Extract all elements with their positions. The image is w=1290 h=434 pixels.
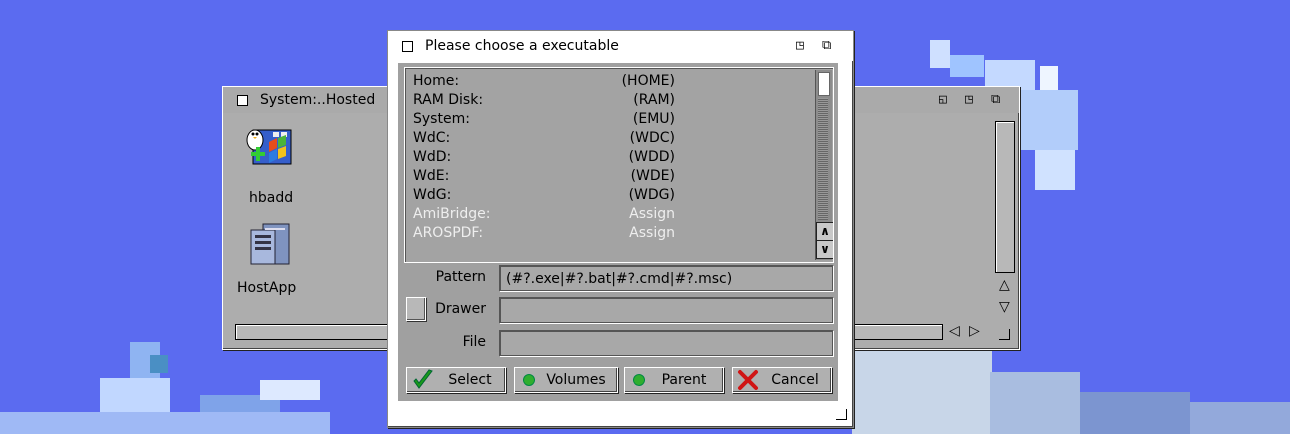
requester-title: Please choose a executable xyxy=(425,38,619,54)
file-label: File xyxy=(462,334,486,350)
pattern-label: Pattern xyxy=(435,269,486,285)
scroll-left-arrow-icon[interactable]: ◁ xyxy=(949,323,960,339)
cross-icon xyxy=(738,370,758,390)
zoom-gadget-icon[interactable]: ◱ xyxy=(939,92,947,107)
requester-depth-icon[interactable]: ⧉ xyxy=(822,38,831,53)
volumes-button[interactable]: Volumes xyxy=(514,367,618,393)
parent-button-label: Parent xyxy=(661,372,707,388)
parent-button[interactable]: Parent xyxy=(624,367,724,393)
drawer-window-title: System:..Hosted xyxy=(260,92,376,108)
scroll-knob[interactable] xyxy=(818,72,830,96)
app-installer-icon[interactable] xyxy=(243,124,293,170)
requester-resize-icon[interactable] xyxy=(836,409,847,420)
drawer-vertical-scrollbar[interactable] xyxy=(995,121,1015,273)
scroll-track[interactable] xyxy=(818,98,828,220)
drawer-resize-icon[interactable] xyxy=(999,329,1010,340)
volume-list-scrollbar[interactable]: ∧ ∨ xyxy=(815,70,833,260)
requester-titlebar[interactable]: Please choose a executable ◳ ⧉ xyxy=(388,31,853,61)
cancel-button[interactable]: Cancel xyxy=(732,367,832,393)
checkmark-icon xyxy=(413,369,433,389)
list-scroll-down-icon[interactable]: ∨ xyxy=(816,240,833,259)
requester-body: Home: (HOME) RAM Disk: (RAM) System: (EMU) … xyxy=(398,63,838,401)
select-button[interactable]: Select xyxy=(406,367,506,393)
scroll-up-arrow-icon[interactable]: △ xyxy=(999,277,1010,293)
cancel-button-label: Cancel xyxy=(771,372,819,388)
requester-iconify-icon[interactable]: ◳ xyxy=(796,38,804,53)
list-item[interactable]: System: (EMU) xyxy=(413,110,813,129)
green-dot-icon xyxy=(523,374,535,386)
list-item[interactable]: WdC: (WDC) xyxy=(413,129,813,148)
drawer-field[interactable] xyxy=(499,297,833,323)
volume-list[interactable]: Home: (HOME) RAM Disk: (RAM) System: (EMU) … xyxy=(404,67,834,263)
file-field[interactable] xyxy=(499,330,833,356)
select-button-label: Select xyxy=(448,372,492,388)
list-item[interactable]: AmiBridge: Assign xyxy=(413,205,813,224)
pattern-field[interactable]: (#?.exe|#?.bat|#?.cmd|#?.msc) xyxy=(499,265,833,291)
volumes-button-label: Volumes xyxy=(546,372,606,388)
list-item[interactable]: RAM Disk: (RAM) xyxy=(413,91,813,110)
list-item[interactable]: Home: (HOME) xyxy=(413,72,813,91)
scroll-right-arrow-icon[interactable]: ▷ xyxy=(969,323,980,339)
list-item[interactable]: WdD: (WDD) xyxy=(413,148,813,167)
file-requester-window[interactable]: Please choose a executable ◳ ⧉ Home: (HOM… xyxy=(387,30,854,428)
list-item[interactable]: WdE: (WDE) xyxy=(413,167,813,186)
iconify-gadget-icon[interactable]: ◳ xyxy=(965,92,973,107)
depth-gadget-icon[interactable]: ⧉ xyxy=(991,92,1000,107)
scroll-down-arrow-icon[interactable]: ▽ xyxy=(999,299,1010,315)
requester-close-gadget[interactable] xyxy=(402,40,413,52)
icon-label-hbadd[interactable]: hbadd xyxy=(249,190,293,206)
icon-label-hostapp[interactable]: HostApp xyxy=(237,280,296,296)
drawer-close-gadget[interactable] xyxy=(237,94,248,106)
list-item[interactable]: AROSPDF: Assign xyxy=(413,224,813,243)
green-dot-icon xyxy=(633,374,645,386)
list-scroll-up-icon[interactable]: ∧ xyxy=(816,222,833,241)
list-item[interactable]: WdG: (WDG) xyxy=(413,186,813,205)
drawer-label: Drawer xyxy=(435,301,486,317)
computer-tower-icon[interactable] xyxy=(245,222,295,268)
